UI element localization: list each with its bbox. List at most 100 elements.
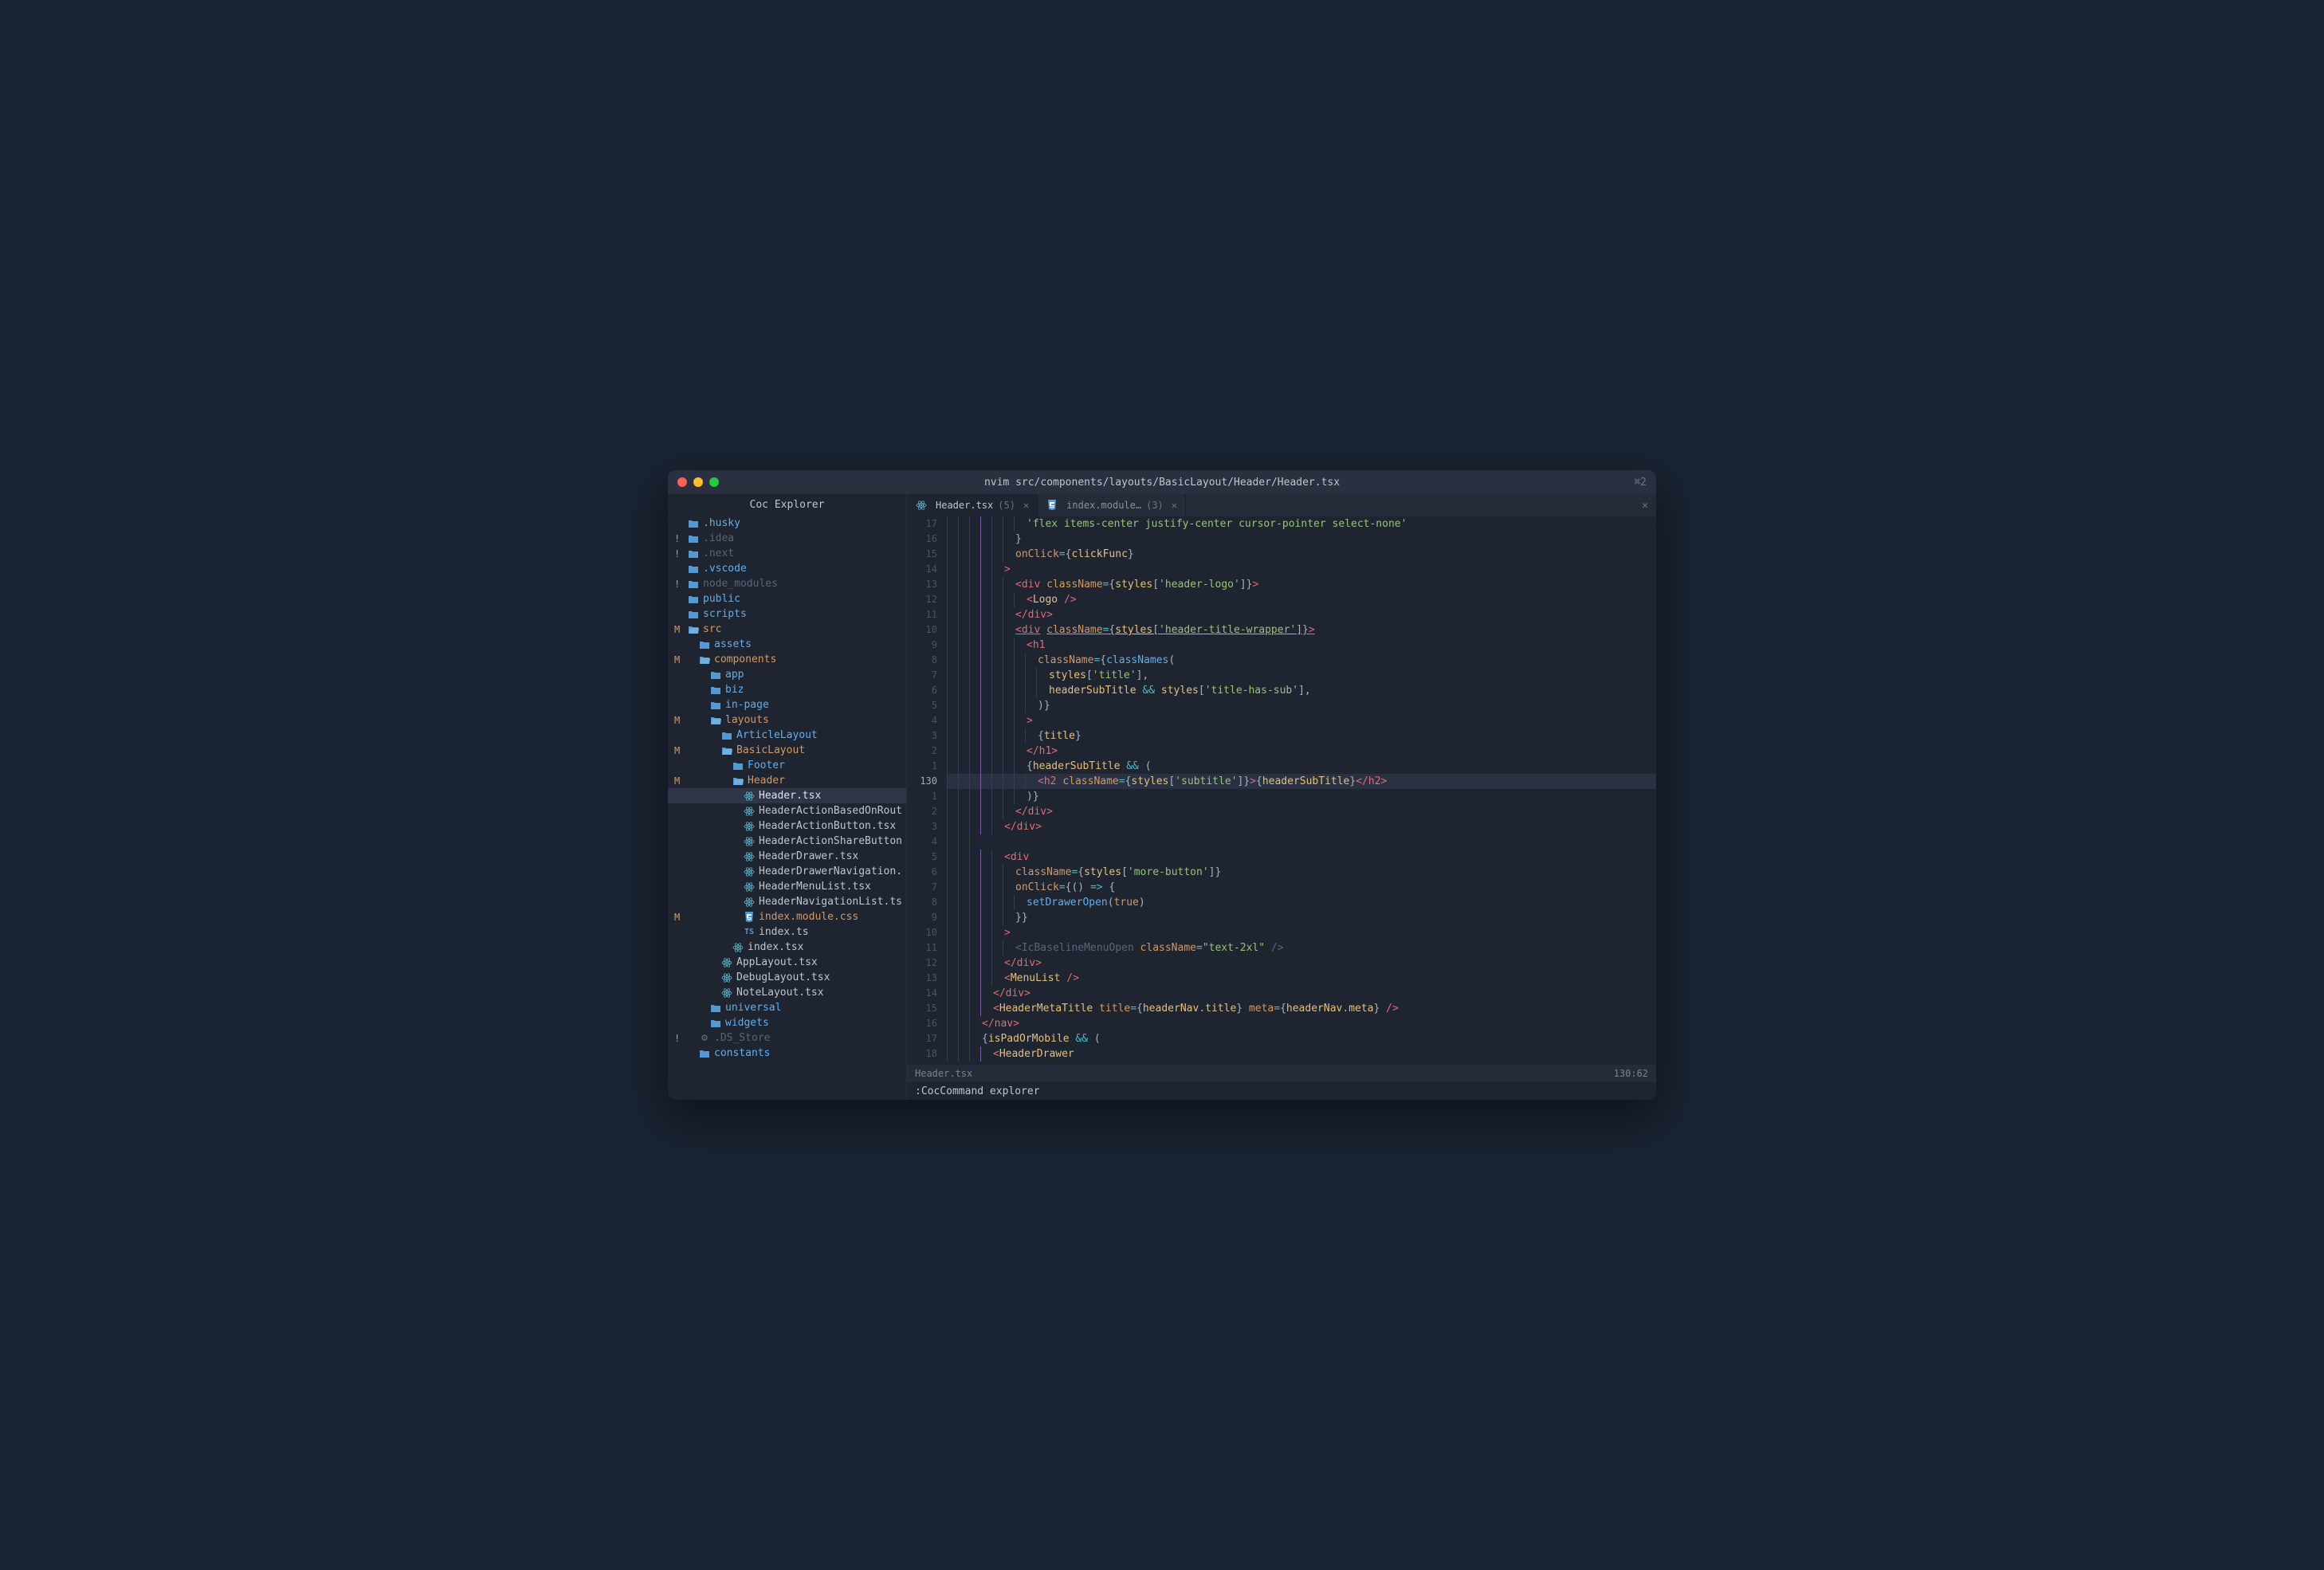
tree-item-label: Header	[748, 775, 785, 787]
close-tab-icon[interactable]: ✕	[1023, 500, 1029, 511]
tab-count: (5)	[998, 500, 1015, 511]
tree-folder[interactable]: scripts	[668, 606, 906, 622]
editor-tab[interactable]: index.module…(3)✕	[1038, 494, 1186, 516]
tree-file[interactable]: index.tsx	[668, 940, 906, 955]
code-line[interactable]: </div>	[947, 607, 1656, 622]
tree-file[interactable]: NoteLayout.tsx	[668, 985, 906, 1000]
tree-folder[interactable]: biz	[668, 682, 906, 697]
tree-file[interactable]: HeaderActionBasedOnRout	[668, 803, 906, 818]
code-line[interactable]: >	[947, 562, 1656, 577]
tree-file[interactable]: HeaderActionButton.tsx	[668, 818, 906, 834]
tree-file[interactable]: AppLayout.tsx	[668, 955, 906, 970]
line-number: 13	[907, 577, 937, 592]
minimize-window-button[interactable]	[693, 477, 703, 487]
code-line[interactable]: <Logo />	[947, 592, 1656, 607]
tree-folder[interactable]: widgets	[668, 1015, 906, 1030]
tree-file[interactable]: !⚙.DS_Store	[668, 1030, 906, 1046]
file-tree[interactable]: .husky!.idea!.next.vscode!node_modulespu…	[668, 516, 906, 1100]
code-text: <HeaderMetaTitle title={headerNav.title}…	[991, 1001, 1399, 1016]
tree-item-label: HeaderMenuList.tsx	[759, 881, 871, 893]
code-text: headerSubTitle && styles['title-has-sub'…	[1047, 683, 1311, 698]
code-line[interactable]: className={classNames(	[947, 653, 1656, 668]
code-line[interactable]: </h1>	[947, 744, 1656, 759]
code-line[interactable]	[947, 834, 1656, 850]
tree-item-label: HeaderActionBasedOnRout	[759, 805, 902, 817]
tree-folder[interactable]: universal	[668, 1000, 906, 1015]
code-line[interactable]: </nav>	[947, 1016, 1656, 1031]
tree-file[interactable]: HeaderActionShareButton	[668, 834, 906, 849]
code-line[interactable]: headerSubTitle && styles['title-has-sub'…	[947, 683, 1656, 698]
tree-folder[interactable]: MBasicLayout	[668, 743, 906, 758]
tree-file[interactable]: HeaderMenuList.tsx	[668, 879, 906, 894]
tree-folder[interactable]: assets	[668, 637, 906, 652]
sidebar-title: Coc Explorer	[668, 494, 906, 516]
editor-viewport[interactable]: 1716151413121110987654321130123456789101…	[907, 516, 1656, 1065]
react-icon	[720, 957, 733, 968]
code-line[interactable]: </div>	[947, 804, 1656, 819]
code-line[interactable]: }	[947, 532, 1656, 547]
code-line[interactable]: }}	[947, 910, 1656, 925]
tree-folder[interactable]: !.next	[668, 546, 906, 561]
code-line[interactable]: </div>	[947, 819, 1656, 834]
code-line[interactable]: {isPadOrMobile && (	[947, 1031, 1656, 1046]
code-line[interactable]: <h2 className={styles['subtitle']}>{head…	[947, 774, 1656, 789]
folder-icon	[687, 579, 700, 589]
tree-folder[interactable]: constants	[668, 1046, 906, 1061]
code-line[interactable]: <HeaderDrawer	[947, 1046, 1656, 1062]
code-line[interactable]: onClick={clickFunc}	[947, 547, 1656, 562]
line-number: 1	[907, 759, 937, 774]
code-line[interactable]: {title}	[947, 728, 1656, 744]
tree-file[interactable]: Mindex.module.css	[668, 909, 906, 924]
code-line[interactable]: </div>	[947, 986, 1656, 1001]
close-all-tabs-icon[interactable]: ✕	[1634, 494, 1656, 516]
folder-open-icon	[687, 625, 700, 634]
close-window-button[interactable]	[677, 477, 687, 487]
editor-tab[interactable]: Header.tsx(5)✕	[907, 494, 1038, 516]
code-line[interactable]: </div>	[947, 956, 1656, 971]
close-tab-icon[interactable]: ✕	[1172, 500, 1177, 511]
code-line[interactable]: <MenuList />	[947, 971, 1656, 986]
code-line[interactable]: <IcBaselineMenuOpen className="text-2xl"…	[947, 940, 1656, 956]
code-line[interactable]: <div className={styles['header-logo']}>	[947, 577, 1656, 592]
code-line[interactable]: <h1	[947, 638, 1656, 653]
code-line[interactable]: styles['title'],	[947, 668, 1656, 683]
tree-folder[interactable]: in-page	[668, 697, 906, 712]
code-line[interactable]: )}	[947, 698, 1656, 713]
code-line[interactable]: className={styles['more-button']}	[947, 865, 1656, 880]
tree-folder[interactable]: Footer	[668, 758, 906, 773]
command-line[interactable]: :CocCommand explorer	[907, 1082, 1656, 1100]
tree-file[interactable]: HeaderNavigationList.ts	[668, 894, 906, 909]
tree-folder[interactable]: app	[668, 667, 906, 682]
tree-file[interactable]: TSindex.ts	[668, 924, 906, 940]
tree-folder[interactable]: .vscode	[668, 561, 906, 576]
code-line[interactable]: >	[947, 713, 1656, 728]
code-line[interactable]: )}	[947, 789, 1656, 804]
code-line[interactable]: >	[947, 925, 1656, 940]
tree-folder[interactable]: Mlayouts	[668, 712, 906, 728]
tree-folder[interactable]: .husky	[668, 516, 906, 531]
code-line[interactable]: 'flex items-center justify-center cursor…	[947, 516, 1656, 532]
tree-folder[interactable]: !.idea	[668, 531, 906, 546]
tree-folder[interactable]: MHeader	[668, 773, 906, 788]
tree-file[interactable]: HeaderDrawer.tsx	[668, 849, 906, 864]
code-line[interactable]: {headerSubTitle && (	[947, 759, 1656, 774]
code-line[interactable]: setDrawerOpen(true)	[947, 895, 1656, 910]
code-content[interactable]: 'flex items-center justify-center cursor…	[947, 516, 1656, 1065]
tree-file[interactable]: Header.tsx	[668, 788, 906, 803]
tree-folder[interactable]: !node_modules	[668, 576, 906, 591]
line-number: 3	[907, 819, 937, 834]
maximize-window-button[interactable]	[709, 477, 719, 487]
code-line[interactable]: onClick={() => {	[947, 880, 1656, 895]
tree-folder[interactable]: public	[668, 591, 906, 606]
code-text: >	[1025, 713, 1033, 728]
code-line[interactable]: <div	[947, 850, 1656, 865]
tree-file[interactable]: DebugLayout.tsx	[668, 970, 906, 985]
code-line[interactable]: <HeaderMetaTitle title={headerNav.title}…	[947, 1001, 1656, 1016]
tree-folder[interactable]: Msrc	[668, 622, 906, 637]
tree-folder[interactable]: Mcomponents	[668, 652, 906, 667]
gear-icon: ⚙	[698, 1032, 711, 1044]
code-line[interactable]: <div className={styles['header-title-wra…	[947, 622, 1656, 638]
tree-folder[interactable]: ArticleLayout	[668, 728, 906, 743]
tree-file[interactable]: HeaderDrawerNavigation.	[668, 864, 906, 879]
tree-item-label: HeaderDrawerNavigation.	[759, 865, 902, 877]
